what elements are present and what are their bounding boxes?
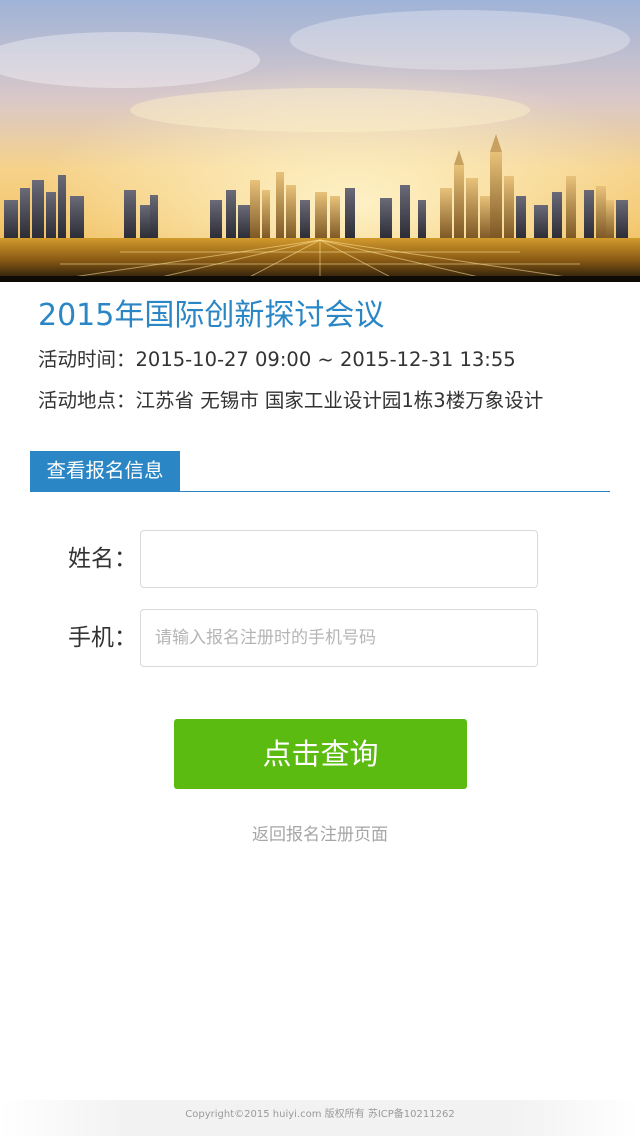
phone-label: 手机： bbox=[68, 625, 137, 651]
name-input[interactable] bbox=[140, 530, 538, 588]
back-to-registration-link[interactable]: 返回报名注册页面 bbox=[0, 822, 640, 848]
event-title: 2015年国际创新探讨会议 bbox=[38, 298, 385, 333]
section-header: 查看报名信息 bbox=[30, 451, 610, 492]
city-skyline-illustration bbox=[0, 0, 640, 282]
banner-image bbox=[0, 0, 640, 282]
query-button[interactable]: 点击查询 bbox=[174, 719, 467, 789]
name-label: 姓名： bbox=[68, 546, 137, 572]
section-tab-view-registration: 查看报名信息 bbox=[30, 451, 180, 491]
event-time: 活动时间：2015-10-27 09:00 ~ 2015-12-31 13:55 bbox=[38, 348, 516, 371]
footer: Copyright©2015 huiyi.com 版权所有 苏ICP备10211… bbox=[0, 1100, 640, 1136]
footer-copyright: Copyright©2015 huiyi.com 版权所有 苏ICP备10211… bbox=[185, 1109, 455, 1120]
phone-input[interactable] bbox=[140, 609, 538, 667]
event-location: 活动地点：江苏省 无锡市 国家工业设计园1栋3楼万象设计 bbox=[38, 389, 544, 412]
